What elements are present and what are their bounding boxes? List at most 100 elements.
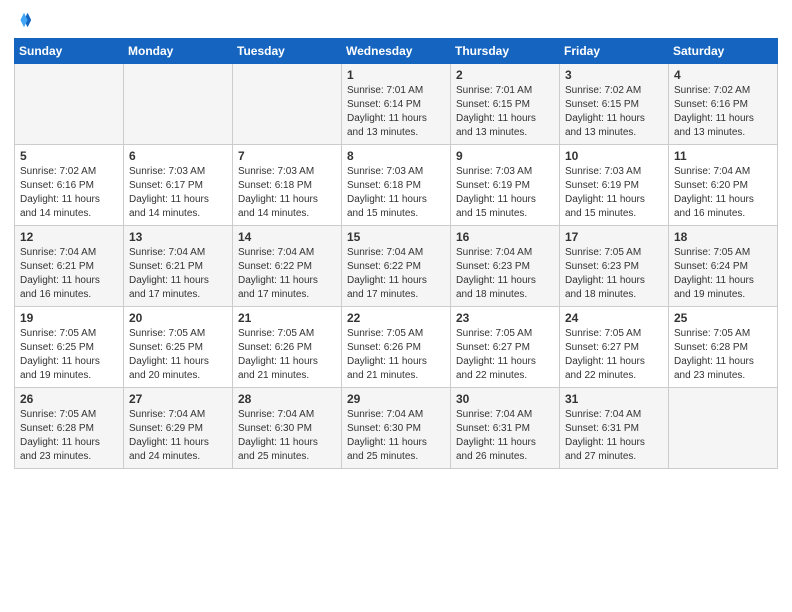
day-info: Sunrise: 7:02 AM Sunset: 6:16 PM Dayligh… bbox=[674, 84, 772, 140]
calendar-cell: 10 Sunrise: 7:03 AM Sunset: 6:19 PM Dayli… bbox=[560, 144, 669, 225]
day-number: 2 bbox=[456, 68, 554, 82]
day-number: 5 bbox=[20, 149, 118, 163]
calendar-cell: 7 Sunrise: 7:03 AM Sunset: 6:18 PM Daylig… bbox=[233, 144, 342, 225]
calendar-cell: 25 Sunrise: 7:05 AM Sunset: 6:28 PM Dayli… bbox=[669, 306, 778, 387]
calendar-cell: 15 Sunrise: 7:04 AM Sunset: 6:22 PM Dayli… bbox=[342, 225, 451, 306]
day-info: Sunrise: 7:05 AM Sunset: 6:26 PM Dayligh… bbox=[347, 327, 445, 383]
day-info: Sunrise: 7:03 AM Sunset: 6:18 PM Dayligh… bbox=[347, 165, 445, 221]
calendar-cell: 12 Sunrise: 7:04 AM Sunset: 6:21 PM Dayli… bbox=[15, 225, 124, 306]
weekday-header: Sunday bbox=[15, 38, 124, 63]
day-info: Sunrise: 7:05 AM Sunset: 6:28 PM Dayligh… bbox=[20, 408, 118, 464]
day-info: Sunrise: 7:01 AM Sunset: 6:15 PM Dayligh… bbox=[456, 84, 554, 140]
day-number: 24 bbox=[565, 311, 663, 325]
calendar-cell: 2 Sunrise: 7:01 AM Sunset: 6:15 PM Daylig… bbox=[451, 63, 560, 144]
day-info: Sunrise: 7:03 AM Sunset: 6:18 PM Dayligh… bbox=[238, 165, 336, 221]
calendar-cell bbox=[124, 63, 233, 144]
calendar-cell: 6 Sunrise: 7:03 AM Sunset: 6:17 PM Daylig… bbox=[124, 144, 233, 225]
day-info: Sunrise: 7:05 AM Sunset: 6:23 PM Dayligh… bbox=[565, 246, 663, 302]
day-number: 15 bbox=[347, 230, 445, 244]
day-info: Sunrise: 7:04 AM Sunset: 6:30 PM Dayligh… bbox=[238, 408, 336, 464]
week-row: 19 Sunrise: 7:05 AM Sunset: 6:25 PM Dayli… bbox=[15, 306, 778, 387]
weekday-header: Wednesday bbox=[342, 38, 451, 63]
day-info: Sunrise: 7:04 AM Sunset: 6:30 PM Dayligh… bbox=[347, 408, 445, 464]
day-number: 13 bbox=[129, 230, 227, 244]
day-number: 20 bbox=[129, 311, 227, 325]
day-number: 17 bbox=[565, 230, 663, 244]
day-number: 10 bbox=[565, 149, 663, 163]
day-info: Sunrise: 7:03 AM Sunset: 6:19 PM Dayligh… bbox=[456, 165, 554, 221]
weekday-header: Friday bbox=[560, 38, 669, 63]
calendar-cell: 11Sunrise: 7:04 AM Sunset: 6:20 PM Dayli… bbox=[669, 144, 778, 225]
day-info: Sunrise: 7:04 AM Sunset: 6:22 PM Dayligh… bbox=[238, 246, 336, 302]
day-number: 25 bbox=[674, 311, 772, 325]
day-info: Sunrise: 7:02 AM Sunset: 6:15 PM Dayligh… bbox=[565, 84, 663, 140]
header bbox=[14, 10, 778, 30]
week-row: 26 Sunrise: 7:05 AM Sunset: 6:28 PM Dayli… bbox=[15, 387, 778, 468]
calendar-cell: 4 Sunrise: 7:02 AM Sunset: 6:16 PM Daylig… bbox=[669, 63, 778, 144]
day-number: 6 bbox=[129, 149, 227, 163]
calendar-cell: 22 Sunrise: 7:05 AM Sunset: 6:26 PM Dayli… bbox=[342, 306, 451, 387]
day-number: 8 bbox=[347, 149, 445, 163]
calendar-cell bbox=[15, 63, 124, 144]
weekday-header: Tuesday bbox=[233, 38, 342, 63]
calendar-cell: 20 Sunrise: 7:05 AM Sunset: 6:25 PM Dayli… bbox=[124, 306, 233, 387]
calendar-cell: 31 Sunrise: 7:04 AM Sunset: 6:31 PM Dayli… bbox=[560, 387, 669, 468]
day-info: Sunrise: 7:05 AM Sunset: 6:24 PM Dayligh… bbox=[674, 246, 772, 302]
calendar-cell: 26 Sunrise: 7:05 AM Sunset: 6:28 PM Dayli… bbox=[15, 387, 124, 468]
calendar-cell: 3 Sunrise: 7:02 AM Sunset: 6:15 PM Daylig… bbox=[560, 63, 669, 144]
day-number: 14 bbox=[238, 230, 336, 244]
day-info: Sunrise: 7:02 AM Sunset: 6:16 PM Dayligh… bbox=[20, 165, 118, 221]
calendar-cell: 21Sunrise: 7:05 AM Sunset: 6:26 PM Dayli… bbox=[233, 306, 342, 387]
calendar-cell: 16 Sunrise: 7:04 AM Sunset: 6:23 PM Dayli… bbox=[451, 225, 560, 306]
day-info: Sunrise: 7:05 AM Sunset: 6:27 PM Dayligh… bbox=[456, 327, 554, 383]
day-number: 3 bbox=[565, 68, 663, 82]
calendar-cell: 27Sunrise: 7:04 AM Sunset: 6:29 PM Dayli… bbox=[124, 387, 233, 468]
calendar-cell: 17 Sunrise: 7:05 AM Sunset: 6:23 PM Dayli… bbox=[560, 225, 669, 306]
weekday-header: Thursday bbox=[451, 38, 560, 63]
day-info: Sunrise: 7:03 AM Sunset: 6:17 PM Dayligh… bbox=[129, 165, 227, 221]
day-number: 29 bbox=[347, 392, 445, 406]
day-number: 22 bbox=[347, 311, 445, 325]
day-info: Sunrise: 7:03 AM Sunset: 6:19 PM Dayligh… bbox=[565, 165, 663, 221]
day-info: Sunrise: 7:05 AM Sunset: 6:25 PM Dayligh… bbox=[129, 327, 227, 383]
day-info: Sunrise: 7:05 AM Sunset: 6:26 PM Dayligh… bbox=[238, 327, 336, 383]
day-number: 12 bbox=[20, 230, 118, 244]
day-number: 23 bbox=[456, 311, 554, 325]
day-info: Sunrise: 7:04 AM Sunset: 6:21 PM Dayligh… bbox=[129, 246, 227, 302]
day-info: Sunrise: 7:04 AM Sunset: 6:31 PM Dayligh… bbox=[565, 408, 663, 464]
day-number: 1 bbox=[347, 68, 445, 82]
day-number: 27 bbox=[129, 392, 227, 406]
calendar-cell: 1Sunrise: 7:01 AM Sunset: 6:14 PM Daylig… bbox=[342, 63, 451, 144]
day-info: Sunrise: 7:04 AM Sunset: 6:23 PM Dayligh… bbox=[456, 246, 554, 302]
calendar-cell: 30Sunrise: 7:04 AM Sunset: 6:31 PM Dayli… bbox=[451, 387, 560, 468]
day-info: Sunrise: 7:05 AM Sunset: 6:28 PM Dayligh… bbox=[674, 327, 772, 383]
week-row: 12 Sunrise: 7:04 AM Sunset: 6:21 PM Dayli… bbox=[15, 225, 778, 306]
calendar-cell: 28 Sunrise: 7:04 AM Sunset: 6:30 PM Dayli… bbox=[233, 387, 342, 468]
calendar-cell: 18 Sunrise: 7:05 AM Sunset: 6:24 PM Dayli… bbox=[669, 225, 778, 306]
day-number: 31 bbox=[565, 392, 663, 406]
day-info: Sunrise: 7:04 AM Sunset: 6:21 PM Dayligh… bbox=[20, 246, 118, 302]
week-row: 1Sunrise: 7:01 AM Sunset: 6:14 PM Daylig… bbox=[15, 63, 778, 144]
day-number: 4 bbox=[674, 68, 772, 82]
page-container: SundayMondayTuesdayWednesdayThursdayFrid… bbox=[0, 0, 792, 483]
day-number: 7 bbox=[238, 149, 336, 163]
day-number: 19 bbox=[20, 311, 118, 325]
day-number: 26 bbox=[20, 392, 118, 406]
day-info: Sunrise: 7:05 AM Sunset: 6:25 PM Dayligh… bbox=[20, 327, 118, 383]
weekday-header: Monday bbox=[124, 38, 233, 63]
calendar-cell: 14 Sunrise: 7:04 AM Sunset: 6:22 PM Dayli… bbox=[233, 225, 342, 306]
calendar-table: SundayMondayTuesdayWednesdayThursdayFrid… bbox=[14, 38, 778, 469]
day-number: 30 bbox=[456, 392, 554, 406]
day-number: 18 bbox=[674, 230, 772, 244]
day-number: 28 bbox=[238, 392, 336, 406]
day-info: Sunrise: 7:05 AM Sunset: 6:27 PM Dayligh… bbox=[565, 327, 663, 383]
calendar-cell bbox=[669, 387, 778, 468]
calendar-cell bbox=[233, 63, 342, 144]
weekday-header-row: SundayMondayTuesdayWednesdayThursdayFrid… bbox=[15, 38, 778, 63]
calendar-cell: 19 Sunrise: 7:05 AM Sunset: 6:25 PM Dayli… bbox=[15, 306, 124, 387]
calendar-cell: 23 Sunrise: 7:05 AM Sunset: 6:27 PM Dayli… bbox=[451, 306, 560, 387]
calendar-cell: 24 Sunrise: 7:05 AM Sunset: 6:27 PM Dayli… bbox=[560, 306, 669, 387]
day-number: 16 bbox=[456, 230, 554, 244]
day-info: Sunrise: 7:04 AM Sunset: 6:22 PM Dayligh… bbox=[347, 246, 445, 302]
weekday-header: Saturday bbox=[669, 38, 778, 63]
